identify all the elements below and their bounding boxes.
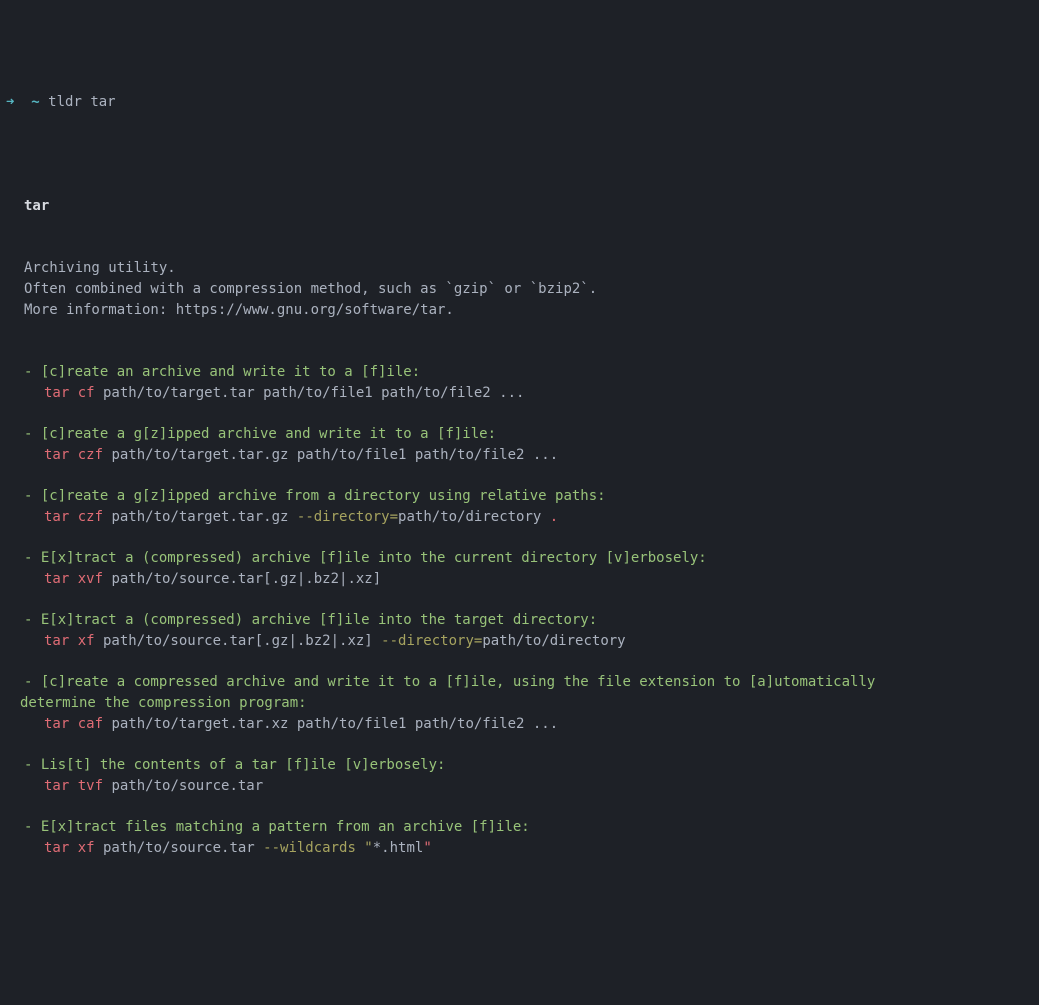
cmd-segment: tar <box>44 633 78 649</box>
example-command: tar cf path/to/target.tar path/to/file1 … <box>44 383 1039 404</box>
example-description: - Lis[t] the contents of a tar [f]ile [v… <box>24 755 1039 776</box>
cmd-segment: xvf <box>78 571 103 587</box>
cmd-segment: tar <box>44 840 78 856</box>
page-description: Archiving utility. Often combined with a… <box>24 258 1039 321</box>
example-entry: - E[x]tract files matching a pattern fro… <box>24 817 1039 859</box>
cmd-segment: tar <box>44 716 78 732</box>
cmd-segment: --wildcards " <box>263 840 373 856</box>
cmd-segment: tar <box>44 571 78 587</box>
cmd-segment: . <box>550 509 558 525</box>
cmd-segment: czf <box>78 509 103 525</box>
example-command: tar xf path/to/source.tar[.gz|.bz2|.xz] … <box>44 631 1039 652</box>
example-entry: - [c]reate a g[z]ipped archive from a di… <box>24 486 1039 528</box>
cmd-segment: path/to/directory <box>398 509 550 525</box>
cmd-segment: path/to/directory <box>482 633 625 649</box>
cmd-segment: tar <box>44 385 78 401</box>
cmd-segment: " <box>423 840 431 856</box>
cmd-segment: path/to/target.tar.xz path/to/file1 path… <box>103 716 558 732</box>
cmd-segment: czf <box>78 447 103 463</box>
example-command: tar tvf path/to/source.tar <box>44 776 1039 797</box>
example-description: - E[x]tract files matching a pattern fro… <box>24 817 1039 838</box>
cmd-segment: path/to/source.tar[.gz|.bz2|.xz] <box>95 633 382 649</box>
example-command: tar czf path/to/target.tar.gz --director… <box>44 507 1039 528</box>
example-command: tar xf path/to/source.tar --wildcards "*… <box>44 838 1039 859</box>
cmd-segment: cf <box>78 385 95 401</box>
prompt-cwd: ~ <box>31 94 39 110</box>
command-input: tldr tar <box>48 94 115 110</box>
examples-list: - [c]reate an archive and write it to a … <box>24 362 1039 859</box>
example-entry: - E[x]tract a (compressed) archive [f]il… <box>24 548 1039 590</box>
example-entry: - E[x]tract a (compressed) archive [f]il… <box>24 610 1039 652</box>
example-entry: - [c]reate a compressed archive and writ… <box>24 672 1039 735</box>
example-entry: - [c]reate an archive and write it to a … <box>24 362 1039 404</box>
example-entry: - [c]reate a g[z]ipped archive and write… <box>24 424 1039 466</box>
prompt-arrow-icon: ➜ <box>6 94 14 110</box>
example-command: tar czf path/to/target.tar.gz path/to/fi… <box>44 445 1039 466</box>
example-command: tar caf path/to/target.tar.xz path/to/fi… <box>44 714 1039 735</box>
example-description: - [c]reate a compressed archive and writ… <box>24 672 1039 714</box>
cmd-segment: path/to/source.tar[.gz|.bz2|.xz] <box>103 571 381 587</box>
cmd-segment: --directory= <box>297 509 398 525</box>
cmd-segment: --directory= <box>381 633 482 649</box>
example-description: - [c]reate an archive and write it to a … <box>24 362 1039 383</box>
cmd-segment: tar <box>44 447 78 463</box>
terminal-prompt[interactable]: ➜ ~ tldr tar <box>0 92 1039 113</box>
cmd-segment: xf <box>78 633 95 649</box>
example-entry: - Lis[t] the contents of a tar [f]ile [v… <box>24 755 1039 797</box>
page-title: tar <box>24 196 1039 217</box>
cmd-segment: caf <box>78 716 103 732</box>
cmd-segment: path/to/source.tar <box>103 778 263 794</box>
example-description: - E[x]tract a (compressed) archive [f]il… <box>24 548 1039 569</box>
cmd-segment: tvf <box>78 778 103 794</box>
example-description: - [c]reate a g[z]ipped archive from a di… <box>24 486 1039 507</box>
cmd-segment: tar <box>44 778 78 794</box>
cmd-segment: path/to/source.tar <box>95 840 264 856</box>
example-description: - E[x]tract a (compressed) archive [f]il… <box>24 610 1039 631</box>
cmd-segment: tar <box>44 509 78 525</box>
cmd-segment: path/to/target.tar path/to/file1 path/to… <box>95 385 525 401</box>
example-command: tar xvf path/to/source.tar[.gz|.bz2|.xz] <box>44 569 1039 590</box>
example-description: - [c]reate a g[z]ipped archive and write… <box>24 424 1039 445</box>
cmd-segment: path/to/target.tar.gz <box>103 509 297 525</box>
cmd-segment: path/to/target.tar.gz path/to/file1 path… <box>103 447 558 463</box>
cmd-segment: *.html <box>373 840 424 856</box>
tldr-output: tar Archiving utility. Often combined wi… <box>0 155 1039 900</box>
cmd-segment: xf <box>78 840 95 856</box>
